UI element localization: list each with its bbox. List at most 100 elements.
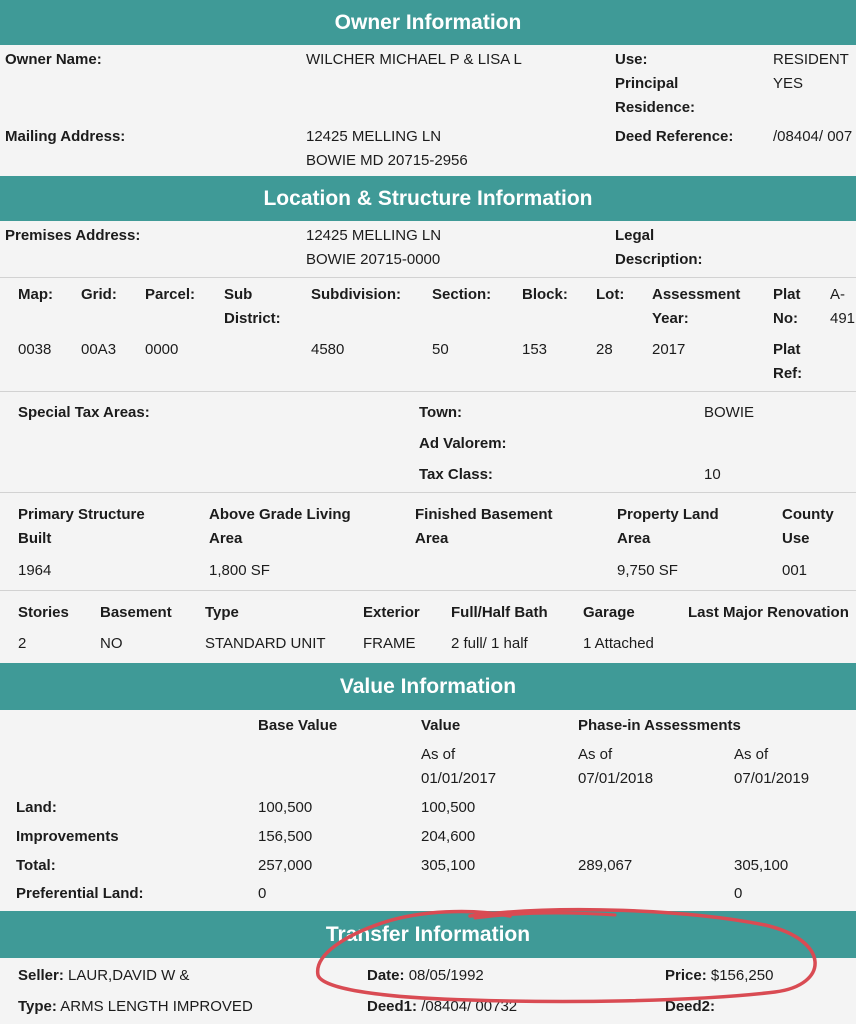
type-value: STANDARD UNIT bbox=[205, 635, 326, 652]
transfer-type-value: ARMS LENGTH IMPROVED bbox=[60, 998, 253, 1015]
deed1-label: Deed1: bbox=[367, 998, 418, 1015]
land-value: 100,500 bbox=[421, 799, 476, 816]
use-value: RESIDENT bbox=[773, 51, 849, 68]
mailing-address-line2: BOWIE MD 20715-2956 bbox=[306, 152, 468, 169]
legal-description-label-line1: Legal bbox=[615, 227, 655, 244]
value-as-of-label: As of bbox=[421, 746, 456, 763]
preferential-land-row-label: Preferential Land: bbox=[16, 885, 144, 902]
phase1-as-of-label: As of bbox=[578, 746, 613, 763]
grid-label: Grid: bbox=[81, 286, 117, 303]
section-value: 50 bbox=[432, 341, 449, 358]
transfer-price-value: $156,250 bbox=[710, 967, 774, 984]
plat-no-label-line1: Plat bbox=[773, 286, 801, 303]
divider bbox=[0, 277, 856, 278]
finished-basement-area-label-line2: Area bbox=[415, 530, 449, 547]
transfer-type-label: Type: bbox=[18, 998, 57, 1015]
primary-structure-built-label-line1: Primary Structure bbox=[18, 506, 145, 523]
subdivision-value: 4580 bbox=[311, 341, 345, 358]
improvements-row-label: Improvements bbox=[16, 828, 119, 845]
transfer-date-field: Date: 08/05/1992 bbox=[367, 964, 484, 988]
deed-reference-value: /08404/ 007 bbox=[773, 128, 853, 145]
tax-class-label: Tax Class: bbox=[419, 466, 493, 483]
seller-field: Seller: LAUR,DAVID W & bbox=[18, 964, 189, 988]
divider bbox=[0, 492, 856, 493]
lot-value: 28 bbox=[596, 341, 613, 358]
sub-district-label-line1: Sub bbox=[224, 286, 253, 303]
mailing-address-line1: 12425 MELLING LN bbox=[306, 128, 442, 145]
county-use-label-line1: County bbox=[782, 506, 834, 523]
exterior-value: FRAME bbox=[363, 635, 416, 652]
parcel-value: 0000 bbox=[145, 341, 179, 358]
type-label: Type bbox=[205, 604, 239, 621]
deed1-field: Deed1: /08404/ 00732 bbox=[367, 995, 517, 1019]
primary-structure-built-value: 1964 bbox=[18, 562, 52, 579]
owner-name-value: WILCHER MICHAEL P & LISA L bbox=[306, 51, 522, 68]
phase2-as-of-date: 07/01/2019 bbox=[734, 770, 810, 787]
total-phase2-value: 305,100 bbox=[734, 857, 789, 874]
transfer-information-header: Transfer Information bbox=[0, 911, 856, 958]
block-label: Block: bbox=[522, 286, 568, 303]
above-grade-living-area-label-line2: Area bbox=[209, 530, 243, 547]
total-value: 305,100 bbox=[421, 857, 476, 874]
above-grade-living-area-label-line1: Above Grade Living bbox=[209, 506, 351, 523]
plat-no-label-line2: No: bbox=[773, 310, 798, 327]
phase2-as-of-label: As of bbox=[734, 746, 769, 763]
garage-label: Garage bbox=[583, 604, 635, 621]
full-half-bath-value: 2 full/ 1 half bbox=[451, 635, 528, 652]
transfer-price-label: Price: bbox=[665, 967, 707, 984]
town-value: BOWIE bbox=[704, 404, 755, 421]
assessment-year-label-line2: Year: bbox=[652, 310, 689, 327]
premises-address-line1: 12425 MELLING LN bbox=[306, 227, 442, 244]
transfer-date-label: Date: bbox=[367, 967, 405, 984]
subdivision-label: Subdivision: bbox=[311, 286, 401, 303]
deed-reference-label: Deed Reference: bbox=[615, 128, 734, 145]
value-as-of-date: 01/01/2017 bbox=[421, 770, 497, 787]
above-grade-living-area-value: 1,800 SF bbox=[209, 562, 270, 579]
divider bbox=[0, 391, 856, 392]
lot-label: Lot: bbox=[596, 286, 625, 303]
plat-ref-label-line1: Plat bbox=[773, 341, 801, 358]
base-value-label: Base Value bbox=[258, 717, 338, 734]
land-base-value: 100,500 bbox=[258, 799, 313, 816]
mailing-address-label: Mailing Address: bbox=[5, 128, 126, 145]
full-half-bath-label: Full/Half Bath bbox=[451, 604, 548, 621]
divider bbox=[0, 590, 856, 591]
map-value: 0038 bbox=[18, 341, 52, 358]
phase1-as-of-date: 07/01/2018 bbox=[578, 770, 654, 787]
section-label: Section: bbox=[432, 286, 492, 303]
owner-name-label: Owner Name: bbox=[5, 51, 102, 68]
ad-valorem-label: Ad Valorem: bbox=[419, 435, 507, 452]
plat-ref-label-line2: Ref: bbox=[773, 365, 803, 382]
property-land-area-label-line1: Property Land bbox=[617, 506, 719, 523]
value-information-header: Value Information bbox=[0, 663, 856, 710]
land-row-label: Land: bbox=[16, 799, 57, 816]
principal-residence-value: YES bbox=[773, 75, 804, 92]
total-phase1-value: 289,067 bbox=[578, 857, 633, 874]
seller-label: Seller: bbox=[18, 967, 64, 984]
use-label: Use: bbox=[615, 51, 648, 68]
exterior-label: Exterior bbox=[363, 604, 420, 621]
basement-value: NO bbox=[100, 635, 123, 652]
block-value: 153 bbox=[522, 341, 548, 358]
transfer-price-field: Price: $156,250 bbox=[665, 964, 773, 988]
location-structure-header: Location & Structure Information bbox=[0, 176, 856, 221]
special-tax-areas-label: Special Tax Areas: bbox=[18, 404, 150, 421]
stories-label: Stories bbox=[18, 604, 69, 621]
assessment-year-label-line1: Assessment bbox=[652, 286, 741, 303]
deed1-value: /08404/ 00732 bbox=[421, 998, 518, 1015]
premises-address-label: Premises Address: bbox=[5, 227, 141, 244]
last-major-renovation-label: Last Major Renovation bbox=[688, 604, 849, 621]
town-label: Town: bbox=[419, 404, 463, 421]
assessment-year-value: 2017 bbox=[652, 341, 686, 358]
county-use-value: 001 bbox=[782, 562, 808, 579]
improvements-value: 204,600 bbox=[421, 828, 476, 845]
preferential-land-phase2-value: 0 bbox=[734, 885, 743, 902]
property-land-area-label-line2: Area bbox=[617, 530, 651, 547]
value-label: Value bbox=[421, 717, 461, 734]
improvements-base-value: 156,500 bbox=[258, 828, 313, 845]
owner-information-header: Owner Information bbox=[0, 0, 856, 45]
basement-label: Basement bbox=[100, 604, 172, 621]
finished-basement-area-label-line1: Finished Basement bbox=[415, 506, 553, 523]
principal-residence-label-line1: Principal bbox=[615, 75, 679, 92]
premises-address-line2: BOWIE 20715-0000 bbox=[306, 251, 441, 268]
